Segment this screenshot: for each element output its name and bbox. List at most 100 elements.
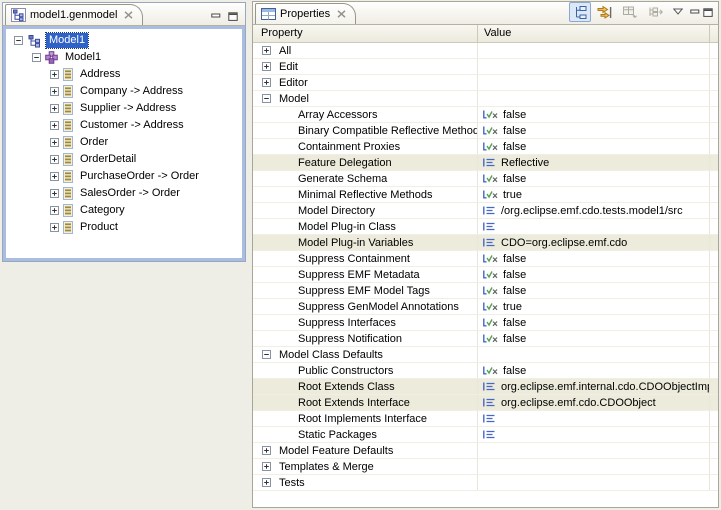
close-icon[interactable]	[124, 11, 133, 19]
value-cell[interactable]: false	[478, 107, 710, 122]
property-label: Suppress EMF Model Tags	[298, 285, 430, 297]
value-cell[interactable]: false	[478, 331, 710, 346]
property-row[interactable]: Public Constructorsfalse	[253, 363, 718, 379]
property-row[interactable]: Root Extends Classorg.eclipse.emf.intern…	[253, 379, 718, 395]
tree-item[interactable]: Category	[6, 202, 242, 219]
property-row[interactable]: Binary Compatible Reflective Methodsfals…	[253, 123, 718, 139]
category-row[interactable]: Templates & Merge	[253, 459, 718, 475]
value-cell[interactable]: false	[478, 171, 710, 186]
property-row[interactable]: Suppress EMF Model Tags false	[253, 283, 718, 299]
class-icon	[63, 85, 73, 98]
expand-expander-icon[interactable]	[262, 62, 271, 71]
value-cell[interactable]	[478, 219, 710, 234]
value-cell[interactable]: false	[478, 267, 710, 282]
category-row[interactable]: All	[253, 43, 718, 59]
tree-item[interactable]: Product	[6, 219, 242, 236]
tree-item[interactable]: Customer -> Address	[6, 117, 242, 134]
value-cell[interactable]: false	[478, 123, 710, 138]
value-cell[interactable]: false	[478, 251, 710, 266]
expand-expander-icon[interactable]	[262, 478, 271, 487]
property-label: Suppress Interfaces	[298, 317, 396, 329]
value-cell[interactable]: false	[478, 315, 710, 330]
tree-item[interactable]: Supplier -> Address	[6, 100, 242, 117]
maximize-button[interactable]	[228, 12, 238, 21]
property-row[interactable]: Suppress Notificationfalse	[253, 331, 718, 347]
property-row[interactable]: Root Extends Interfaceorg.eclipse.emf.cd…	[253, 395, 718, 411]
expand-expander-icon[interactable]	[262, 46, 271, 55]
property-row[interactable]: Suppress EMF Metadatafalse	[253, 267, 718, 283]
expand-expander-icon[interactable]	[50, 104, 59, 113]
tree-item[interactable]: Company -> Address	[6, 83, 242, 100]
view-menu-button[interactable]	[671, 2, 685, 20]
property-row[interactable]: Root Implements Interface	[253, 411, 718, 427]
value-cell[interactable]: false	[478, 363, 710, 378]
tree-item[interactable]: Model1	[6, 32, 242, 49]
collapse-expander-icon[interactable]	[262, 350, 271, 359]
collapse-expander-icon[interactable]	[14, 36, 23, 45]
expand-expander-icon[interactable]	[50, 189, 59, 198]
value-cell[interactable]: true	[478, 299, 710, 314]
show-categories-button[interactable]	[569, 2, 591, 22]
column-header-property[interactable]: Property	[253, 25, 478, 42]
property-row[interactable]: Array Accessors false	[253, 107, 718, 123]
collapse-expander-icon[interactable]	[32, 53, 41, 62]
column-header-value[interactable]: Value	[478, 25, 710, 42]
property-row[interactable]: Feature DelegationReflective	[253, 155, 718, 171]
property-row[interactable]: Minimal Reflective Methods true	[253, 187, 718, 203]
show-advanced-properties-button[interactable]	[594, 2, 616, 22]
expand-expander-icon[interactable]	[262, 462, 271, 471]
value-cell[interactable]	[478, 427, 710, 442]
expand-expander-icon[interactable]	[50, 70, 59, 79]
property-row[interactable]: Model Plug-in Class	[253, 219, 718, 235]
expand-expander-icon[interactable]	[50, 121, 59, 130]
maximize-button[interactable]	[703, 8, 713, 17]
expand-expander-icon[interactable]	[50, 87, 59, 96]
expand-expander-icon[interactable]	[50, 223, 59, 232]
expand-expander-icon[interactable]	[50, 155, 59, 164]
tab-model1-genmodel[interactable]: model1.genmodel	[5, 4, 143, 25]
value-cell[interactable]	[478, 411, 710, 426]
category-row[interactable]: Model Class Defaults	[253, 347, 718, 363]
tree-item[interactable]: Model1	[6, 49, 242, 66]
category-row[interactable]: Editor	[253, 75, 718, 91]
category-row[interactable]: Tests	[253, 475, 718, 491]
category-row[interactable]: Model	[253, 91, 718, 107]
expand-expander-icon[interactable]	[50, 206, 59, 215]
tree-item[interactable]: OrderDetail	[6, 151, 242, 168]
property-cell: Model	[253, 91, 478, 106]
property-cell: Model Plug-in Class	[253, 219, 478, 234]
category-row[interactable]: Edit	[253, 59, 718, 75]
expand-expander-icon[interactable]	[50, 138, 59, 147]
property-row[interactable]: Suppress GenModel Annotationstrue	[253, 299, 718, 315]
value-cell[interactable]: false	[478, 283, 710, 298]
expand-expander-icon[interactable]	[50, 172, 59, 181]
minimize-button[interactable]	[211, 12, 221, 21]
value-cell[interactable]: true	[478, 187, 710, 202]
property-row[interactable]: Model Plug-in VariablesCDO=org.eclipse.e…	[253, 235, 718, 251]
property-label: Minimal Reflective Methods	[298, 189, 433, 201]
property-row[interactable]: Suppress Containmentfalse	[253, 251, 718, 267]
close-icon[interactable]	[337, 10, 346, 18]
value-cell[interactable]: CDO=org.eclipse.emf.cdo	[478, 235, 710, 250]
value-cell[interactable]: false	[478, 139, 710, 154]
tab-properties[interactable]: Properties	[255, 3, 356, 24]
tree-item[interactable]: Order	[6, 134, 242, 151]
minimize-button[interactable]	[690, 8, 700, 17]
property-row[interactable]: Model Directory/org.eclipse.emf.cdo.test…	[253, 203, 718, 219]
expand-expander-icon[interactable]	[262, 446, 271, 455]
property-row[interactable]: Static Packages	[253, 427, 718, 443]
value-cell[interactable]: org.eclipse.emf.internal.cdo.CDOObjectIm…	[478, 379, 710, 394]
tree-item[interactable]: PurchaseOrder -> Order	[6, 168, 242, 185]
value-cell[interactable]: org.eclipse.emf.cdo.CDOObject	[478, 395, 710, 410]
property-row[interactable]: Suppress Interfaces false	[253, 315, 718, 331]
property-row[interactable]: Generate Schemafalse	[253, 171, 718, 187]
property-label: Array Accessors	[298, 109, 377, 121]
value-cell[interactable]: /org.eclipse.emf.cdo.tests.model1/src	[478, 203, 710, 218]
collapse-expander-icon[interactable]	[262, 94, 271, 103]
category-row[interactable]: Model Feature Defaults	[253, 443, 718, 459]
expand-expander-icon[interactable]	[262, 78, 271, 87]
tree-item[interactable]: Address	[6, 66, 242, 83]
value-cell[interactable]: Reflective	[478, 155, 710, 170]
property-row[interactable]: Containment Proxiesfalse	[253, 139, 718, 155]
tree-item[interactable]: SalesOrder -> Order	[6, 185, 242, 202]
